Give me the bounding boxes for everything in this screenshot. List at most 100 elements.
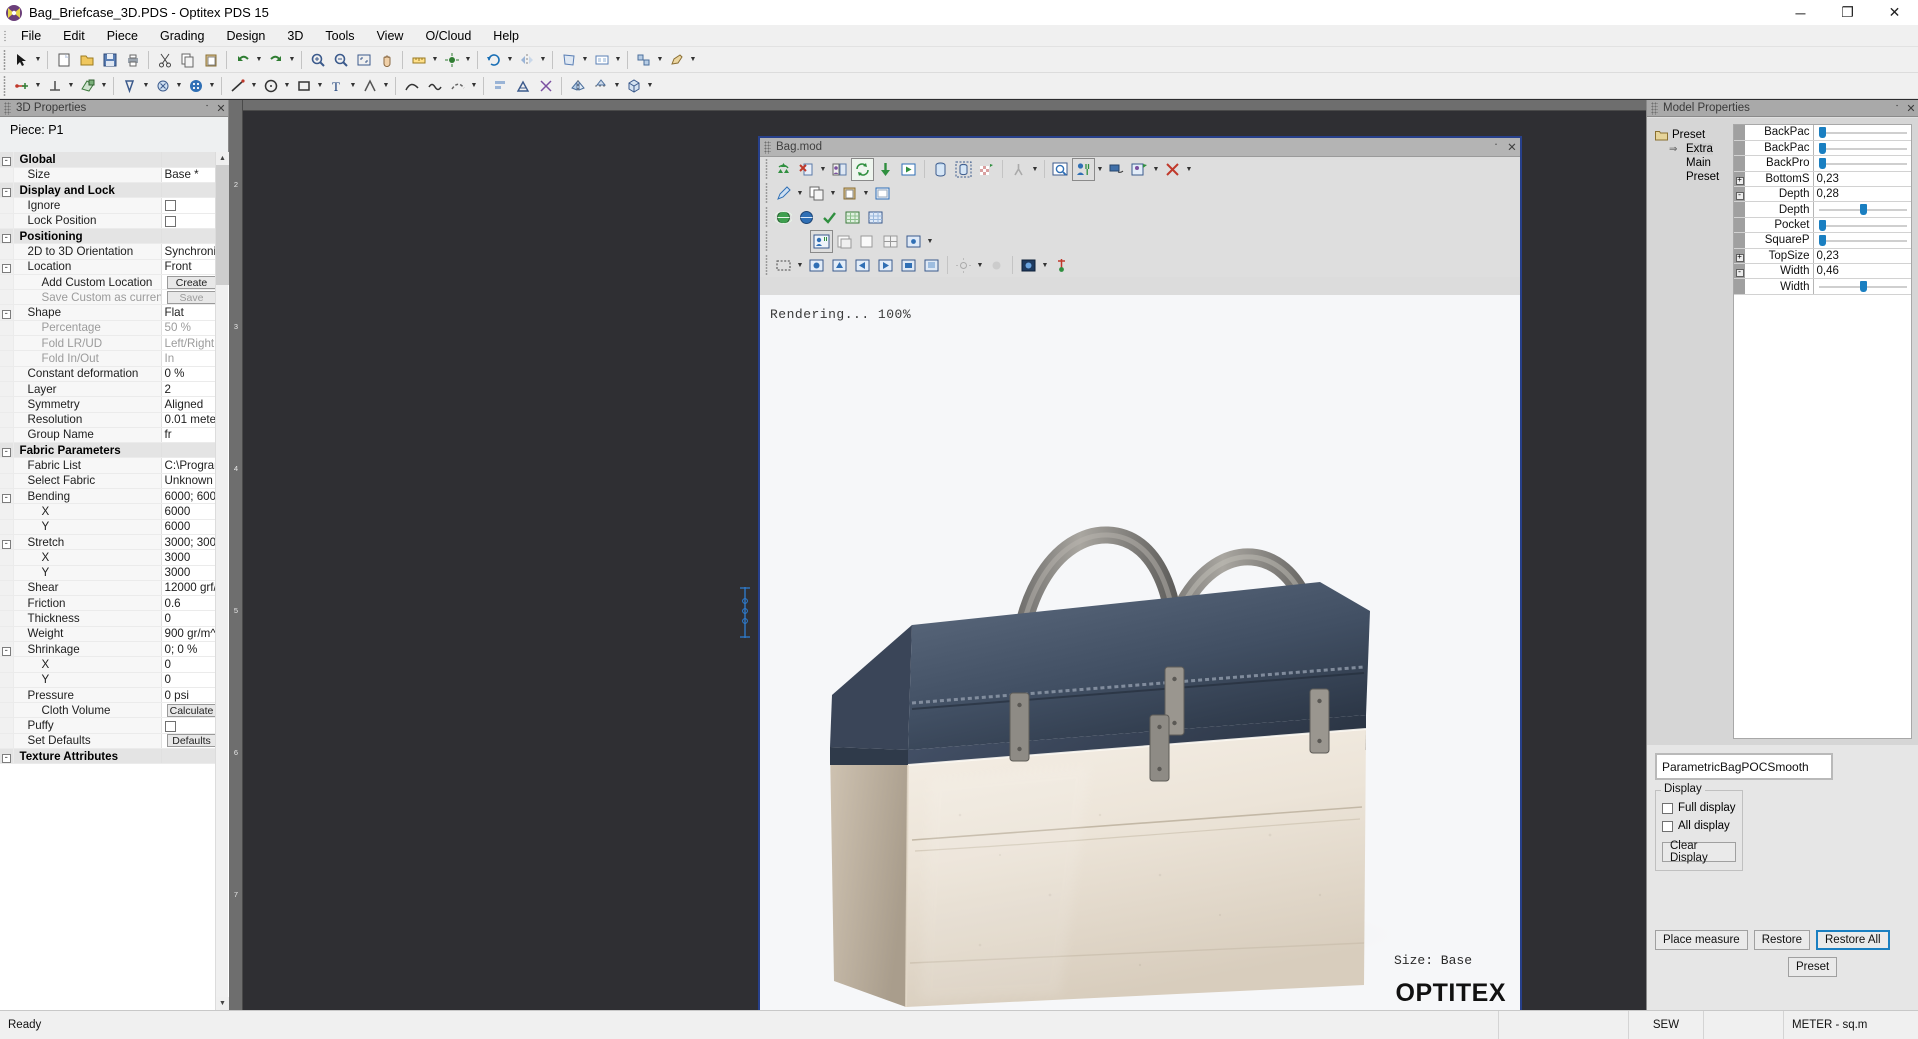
panel-grip[interactable] bbox=[4, 101, 11, 115]
property-value[interactable]: Synchronize bbox=[161, 243, 216, 260]
property-value[interactable]: C:\Program bbox=[161, 457, 216, 474]
collapse-icon[interactable]: - bbox=[1, 310, 11, 320]
properties-scrollbar[interactable]: ▲ ▼ bbox=[215, 152, 229, 1010]
marquee-select-icon[interactable] bbox=[773, 255, 794, 276]
pin-icon[interactable]: ॱ bbox=[200, 101, 214, 116]
slider-thumb[interactable] bbox=[1819, 142, 1827, 154]
property-row[interactable]: Weight900 gr/m^2 bbox=[0, 626, 216, 643]
wave-icon[interactable] bbox=[424, 75, 445, 96]
property-row[interactable]: - Display and Lock bbox=[0, 182, 216, 199]
menu-file[interactable]: File bbox=[10, 26, 52, 46]
model-parameter-row[interactable]: + TopSize 0,23 bbox=[1734, 248, 1911, 265]
avatar-pose-icon[interactable] bbox=[1008, 159, 1029, 180]
collapse-icon[interactable]: - bbox=[1, 264, 11, 274]
reset-view-caret-icon[interactable]: ▼ bbox=[1184, 159, 1194, 180]
property-row[interactable]: Constant deformation 0 % bbox=[0, 366, 216, 382]
property-value[interactable]: Defaults bbox=[161, 733, 216, 750]
parameter-slider[interactable] bbox=[1817, 157, 1912, 170]
property-row[interactable]: Shear12000 grf/c bbox=[0, 580, 216, 597]
measure-icon[interactable] bbox=[408, 49, 429, 70]
property-row[interactable]: Fold In/Out In bbox=[0, 350, 216, 367]
print-icon[interactable] bbox=[122, 49, 143, 70]
preset-tree-item[interactable]: ⇒ Extra bbox=[1653, 142, 1733, 156]
mirror-icon[interactable] bbox=[516, 49, 537, 70]
grade-point-icon[interactable] bbox=[441, 49, 462, 70]
light-caret-icon[interactable]: ▼ bbox=[975, 255, 985, 276]
avatar-settings-caret-icon[interactable]: ▼ bbox=[1095, 159, 1105, 180]
model-parameter-value[interactable] bbox=[1813, 278, 1911, 295]
slider-thumb[interactable] bbox=[1819, 157, 1827, 169]
viewer-close-icon[interactable]: ✕ bbox=[1504, 140, 1520, 154]
notch-icon[interactable] bbox=[119, 75, 140, 96]
property-value[interactable]: Save bbox=[161, 289, 216, 306]
property-row[interactable]: -Stretch3000; 3000 bbox=[0, 534, 216, 551]
slider-thumb[interactable] bbox=[1819, 234, 1827, 246]
model-parameter-value[interactable] bbox=[1813, 125, 1911, 141]
property-value[interactable] bbox=[161, 152, 216, 168]
sync-refresh-icon[interactable] bbox=[851, 157, 874, 181]
rotate-icon[interactable] bbox=[483, 49, 504, 70]
menu-3d[interactable]: 3D bbox=[276, 26, 314, 46]
preset-button[interactable]: Preset bbox=[1788, 957, 1838, 977]
add-point-icon[interactable] bbox=[11, 75, 32, 96]
property-row[interactable]: Y 3000 bbox=[0, 565, 216, 581]
open-folder-icon[interactable] bbox=[76, 49, 97, 70]
avatar-measure-caret-icon[interactable]: ▼ bbox=[1151, 159, 1161, 180]
scroll-down-arrow-icon[interactable]: ▼ bbox=[216, 997, 229, 1010]
collapse-icon[interactable]: + bbox=[1735, 253, 1744, 262]
paste-piece-caret-icon[interactable]: ▼ bbox=[861, 183, 871, 204]
rect-tool-icon[interactable] bbox=[293, 75, 314, 96]
collapse-icon[interactable]: + bbox=[1735, 176, 1744, 185]
viewer-toolbar-grip-2[interactable] bbox=[762, 183, 770, 203]
undo-dropdown-caret-icon[interactable]: ▼ bbox=[254, 49, 264, 70]
view-bottom-icon[interactable] bbox=[921, 255, 942, 276]
avatar-pose-caret-icon[interactable]: ▼ bbox=[1030, 159, 1040, 180]
property-checkbox[interactable] bbox=[164, 215, 176, 227]
expander-toggle[interactable]: - bbox=[0, 182, 14, 199]
property-value[interactable] bbox=[161, 442, 216, 459]
notch-dropdown-caret-icon[interactable]: ▼ bbox=[141, 75, 151, 96]
pin-point-icon[interactable] bbox=[1051, 255, 1072, 276]
close-button[interactable]: ✕ bbox=[1871, 0, 1918, 25]
model-parameter-value[interactable]: 0,28 bbox=[1813, 186, 1911, 203]
slider-thumb[interactable] bbox=[1859, 281, 1867, 293]
text-dropdown-caret-icon[interactable]: ▼ bbox=[348, 75, 358, 96]
globe-icon[interactable] bbox=[773, 207, 794, 228]
property-row[interactable]: Percentage 50 % bbox=[0, 320, 216, 337]
rotate-dropdown-caret-icon[interactable]: ▼ bbox=[505, 49, 515, 70]
line-tool-icon[interactable] bbox=[227, 75, 248, 96]
collapse-icon[interactable]: - bbox=[1, 646, 11, 656]
avatar-cloth-icon[interactable] bbox=[829, 159, 850, 180]
inspect-zoom-icon[interactable] bbox=[1050, 159, 1071, 180]
frame-piece-icon[interactable] bbox=[872, 183, 893, 204]
property-value[interactable]: Unknown F bbox=[161, 473, 216, 490]
marquee-select-caret-icon[interactable]: ▼ bbox=[795, 255, 805, 276]
property-value[interactable]: 0 bbox=[161, 672, 216, 688]
measure-dropdown-caret-icon[interactable]: ▼ bbox=[430, 49, 440, 70]
property-row[interactable]: Add Custom Location Create bbox=[0, 274, 216, 291]
duplicate-scene-icon[interactable] bbox=[857, 231, 878, 252]
property-action-button[interactable]: Create bbox=[166, 275, 216, 289]
symmetry-icon[interactable] bbox=[567, 75, 588, 96]
property-value[interactable]: Create bbox=[161, 274, 216, 291]
three-d-icon[interactable] bbox=[623, 75, 644, 96]
expander-toggle[interactable]: - bbox=[0, 534, 14, 551]
maximize-button[interactable]: ❐ bbox=[1824, 0, 1871, 25]
seam-allowance-icon[interactable] bbox=[77, 75, 98, 96]
menu-help[interactable]: Help bbox=[482, 26, 530, 46]
cylinder-shape-icon[interactable] bbox=[930, 159, 951, 180]
copy-piece-icon[interactable] bbox=[806, 183, 827, 204]
avatar-settings-icon[interactable] bbox=[1072, 157, 1095, 181]
texture-checker-icon[interactable] bbox=[976, 159, 997, 180]
property-value[interactable]: 3000 bbox=[161, 565, 216, 581]
clear-display-button[interactable]: Clear Display bbox=[1662, 840, 1736, 864]
pen-draw-caret-icon[interactable]: ▼ bbox=[795, 183, 805, 204]
remove-cloth-caret-icon[interactable]: ▼ bbox=[818, 159, 828, 180]
copy-piece-caret-icon[interactable]: ▼ bbox=[828, 183, 838, 204]
light-icon[interactable] bbox=[953, 255, 974, 276]
merge-icon[interactable] bbox=[535, 75, 556, 96]
copy-scene-icon[interactable] bbox=[834, 231, 855, 252]
circle-dropdown-caret-icon[interactable]: ▼ bbox=[282, 75, 292, 96]
expander-toggle[interactable]: - bbox=[0, 488, 14, 505]
scroll-up-arrow-icon[interactable]: ▲ bbox=[216, 152, 229, 165]
